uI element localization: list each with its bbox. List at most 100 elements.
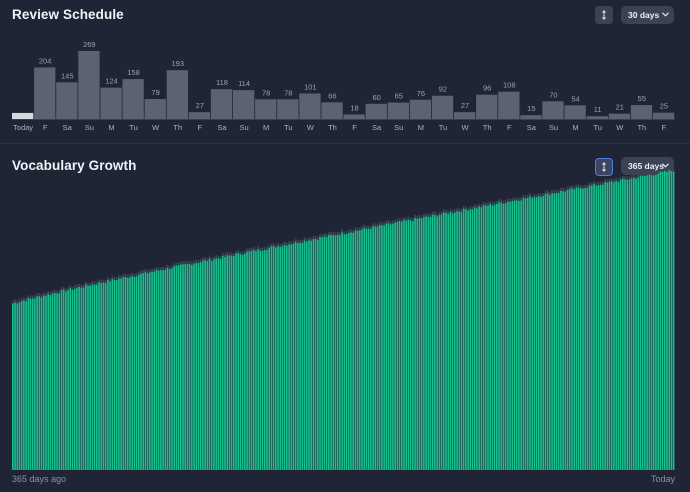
growth-bar	[403, 219, 405, 470]
growth-bar	[454, 212, 456, 470]
growth-bar	[102, 282, 105, 470]
growth-bar	[429, 216, 432, 470]
growth-bar-cap	[62, 286, 65, 290]
growth-bar-cap	[524, 195, 527, 199]
growth-bar-cap	[403, 216, 405, 220]
growth-bar	[621, 178, 624, 470]
growth-bar	[226, 255, 229, 470]
growth-bar	[582, 188, 584, 470]
growth-bar-cap	[436, 213, 438, 217]
growth-bar	[248, 251, 251, 470]
growth-bar	[160, 270, 162, 470]
growth-bar	[235, 253, 237, 470]
growth-bar-cap	[507, 198, 509, 202]
growth-bar-cap	[608, 178, 611, 182]
growth-bar	[650, 175, 653, 471]
growth-bar-cap	[520, 197, 522, 201]
growth-bar	[339, 235, 341, 470]
growth-bar	[666, 171, 668, 471]
growth-bar	[467, 210, 469, 470]
growth-bar-cap	[124, 273, 127, 277]
growth-bar	[279, 247, 282, 470]
growth-bar-cap	[478, 203, 480, 207]
growth-bar	[219, 258, 222, 470]
growth-bar	[109, 281, 111, 470]
growth-bar	[144, 271, 147, 470]
growth-bar-cap	[396, 218, 399, 222]
growth-bar-cap	[604, 179, 606, 183]
growth-bar	[648, 174, 651, 470]
growth-bar-cap	[175, 262, 178, 266]
growth-bar	[491, 205, 494, 470]
growth-bar-cap	[414, 214, 416, 218]
growth-bar	[462, 208, 465, 470]
growth-bar	[244, 253, 246, 470]
growth-bar-cap	[36, 293, 38, 297]
growth-bar-cap	[261, 247, 264, 251]
growth-bar-cap	[208, 255, 211, 259]
growth-bar-cap	[491, 202, 494, 206]
growth-bar	[602, 184, 604, 470]
growth-bar	[502, 203, 505, 470]
growth-bar	[367, 228, 370, 470]
growth-bar-cap	[511, 198, 514, 202]
growth-bar-cap	[624, 176, 626, 180]
growth-bar-cap	[186, 261, 189, 265]
growth-bar	[564, 191, 567, 470]
growth-bar-cap	[268, 244, 271, 248]
growth-bar	[542, 196, 545, 471]
growth-bar	[659, 171, 662, 471]
growth-bar-cap	[657, 170, 659, 174]
growth-bar-cap	[442, 209, 445, 213]
growth-bar-cap	[111, 276, 114, 280]
growth-bar	[124, 276, 127, 470]
growth-bar-cap	[564, 188, 567, 192]
growth-bar	[255, 251, 257, 470]
growth-bar-cap	[573, 186, 575, 190]
growth-bar	[365, 228, 368, 470]
growth-bar-cap	[263, 247, 266, 251]
growth-bar-cap	[462, 205, 465, 209]
growth-bar	[126, 278, 129, 470]
growth-bar	[186, 264, 189, 470]
growth-bar-cap	[650, 172, 653, 176]
growth-bar	[82, 287, 85, 470]
growth-bar-cap	[221, 252, 224, 256]
growth-bar	[25, 301, 27, 470]
growth-bar	[14, 302, 16, 470]
growth-bar-cap	[149, 269, 151, 273]
growth-bar-cap	[299, 239, 301, 243]
growth-bar	[661, 171, 664, 470]
growth-bar-cap	[586, 184, 589, 188]
growth-bar	[571, 188, 573, 470]
growth-bar	[343, 234, 346, 470]
growth-bar-cap	[210, 257, 213, 261]
growth-bar-cap	[40, 294, 43, 298]
growth-bar-cap	[562, 188, 564, 192]
growth-bar-cap	[241, 251, 244, 255]
growth-bar-cap	[173, 263, 175, 267]
growth-bar-cap	[321, 234, 324, 238]
growth-bar-cap	[257, 246, 259, 250]
growth-bar	[16, 303, 19, 470]
growth-bar	[425, 216, 427, 470]
growth-bar-cap	[113, 276, 116, 280]
growth-bar-cap	[374, 223, 377, 227]
growth-bar-cap	[392, 220, 394, 224]
growth-bar	[274, 247, 277, 470]
growth-bar	[257, 249, 259, 470]
growth-bar-cap	[489, 200, 492, 204]
growth-bar-cap	[639, 172, 642, 176]
growth-bar	[670, 171, 673, 470]
growth-bar	[595, 185, 598, 470]
growth-bar	[615, 181, 617, 470]
growth-bar	[168, 269, 171, 470]
growth-bar-cap	[303, 237, 306, 241]
growth-bar	[480, 207, 483, 471]
growth-bar-cap	[518, 197, 520, 201]
growth-bar-cap	[535, 194, 538, 198]
growth-bar	[162, 270, 164, 470]
growth-bar-cap	[191, 261, 193, 265]
growth-bar	[325, 237, 328, 470]
growth-bar-cap	[67, 287, 69, 291]
